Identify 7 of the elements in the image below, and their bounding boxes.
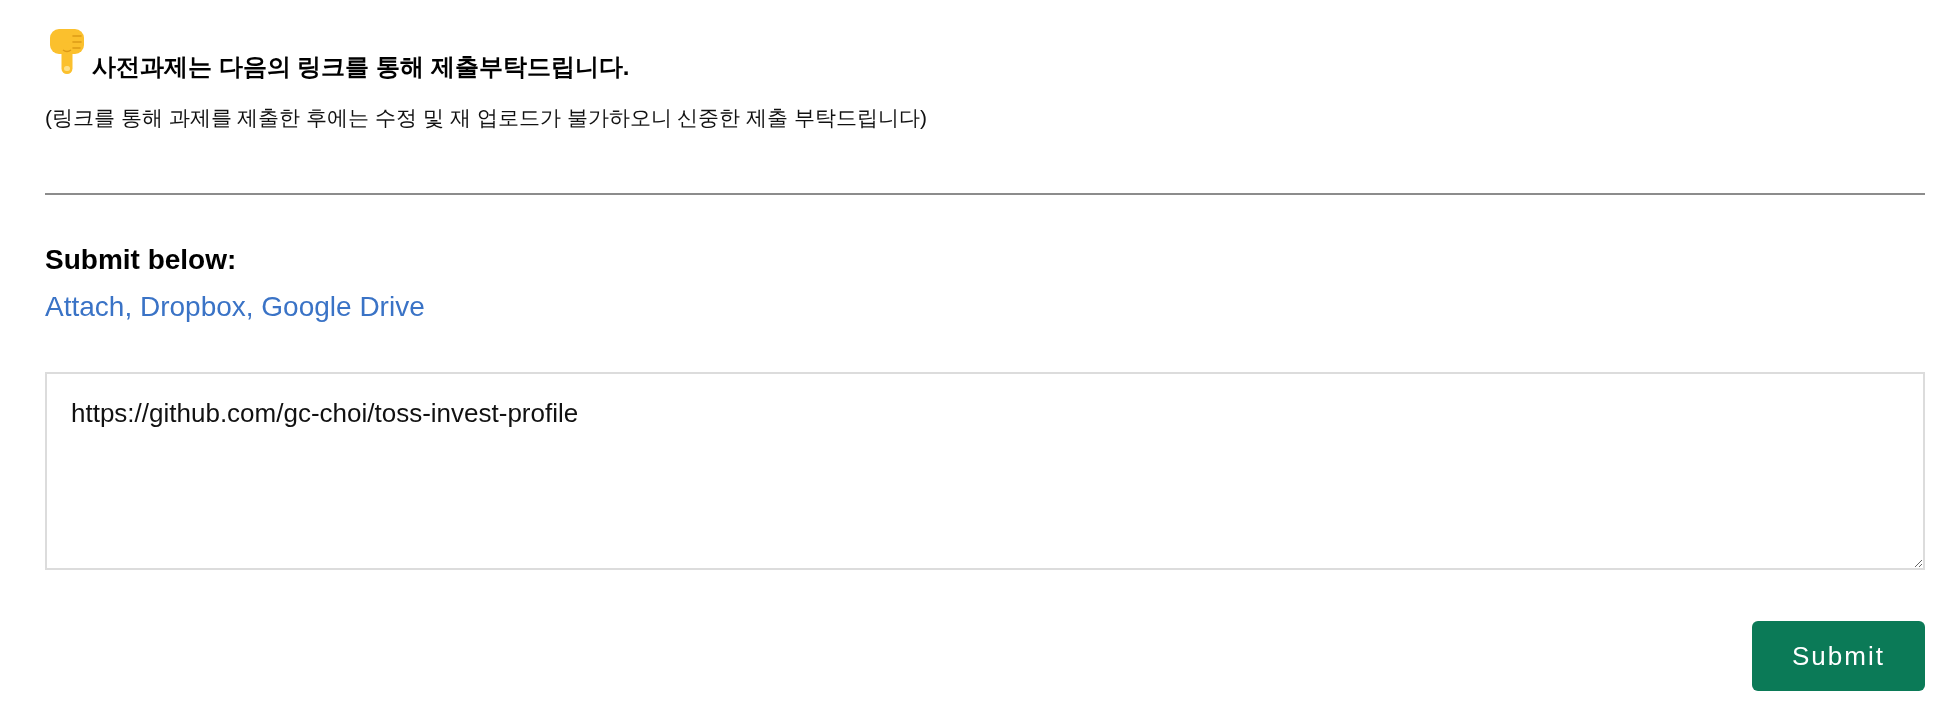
pointing-down-hand-icon — [49, 28, 85, 75]
upload-options-link[interactable]: Attach, Dropbox, Google Drive — [45, 290, 425, 324]
submit-label: Submit below: — [45, 243, 237, 277]
submit-button[interactable]: Submit — [1752, 621, 1925, 691]
submission-text-area[interactable]: https://github.com/gc-choi/toss-invest-profile — [45, 372, 1925, 570]
instruction-heading: 사전과제는 다음의 링크를 통해 제출부탁드립니다. — [92, 52, 630, 82]
instruction-note: (링크를 통해 과제를 제출한 후에는 수정 및 재 업로드가 불가하오니 신중한 제출 부탁드립니다) — [45, 105, 927, 131]
